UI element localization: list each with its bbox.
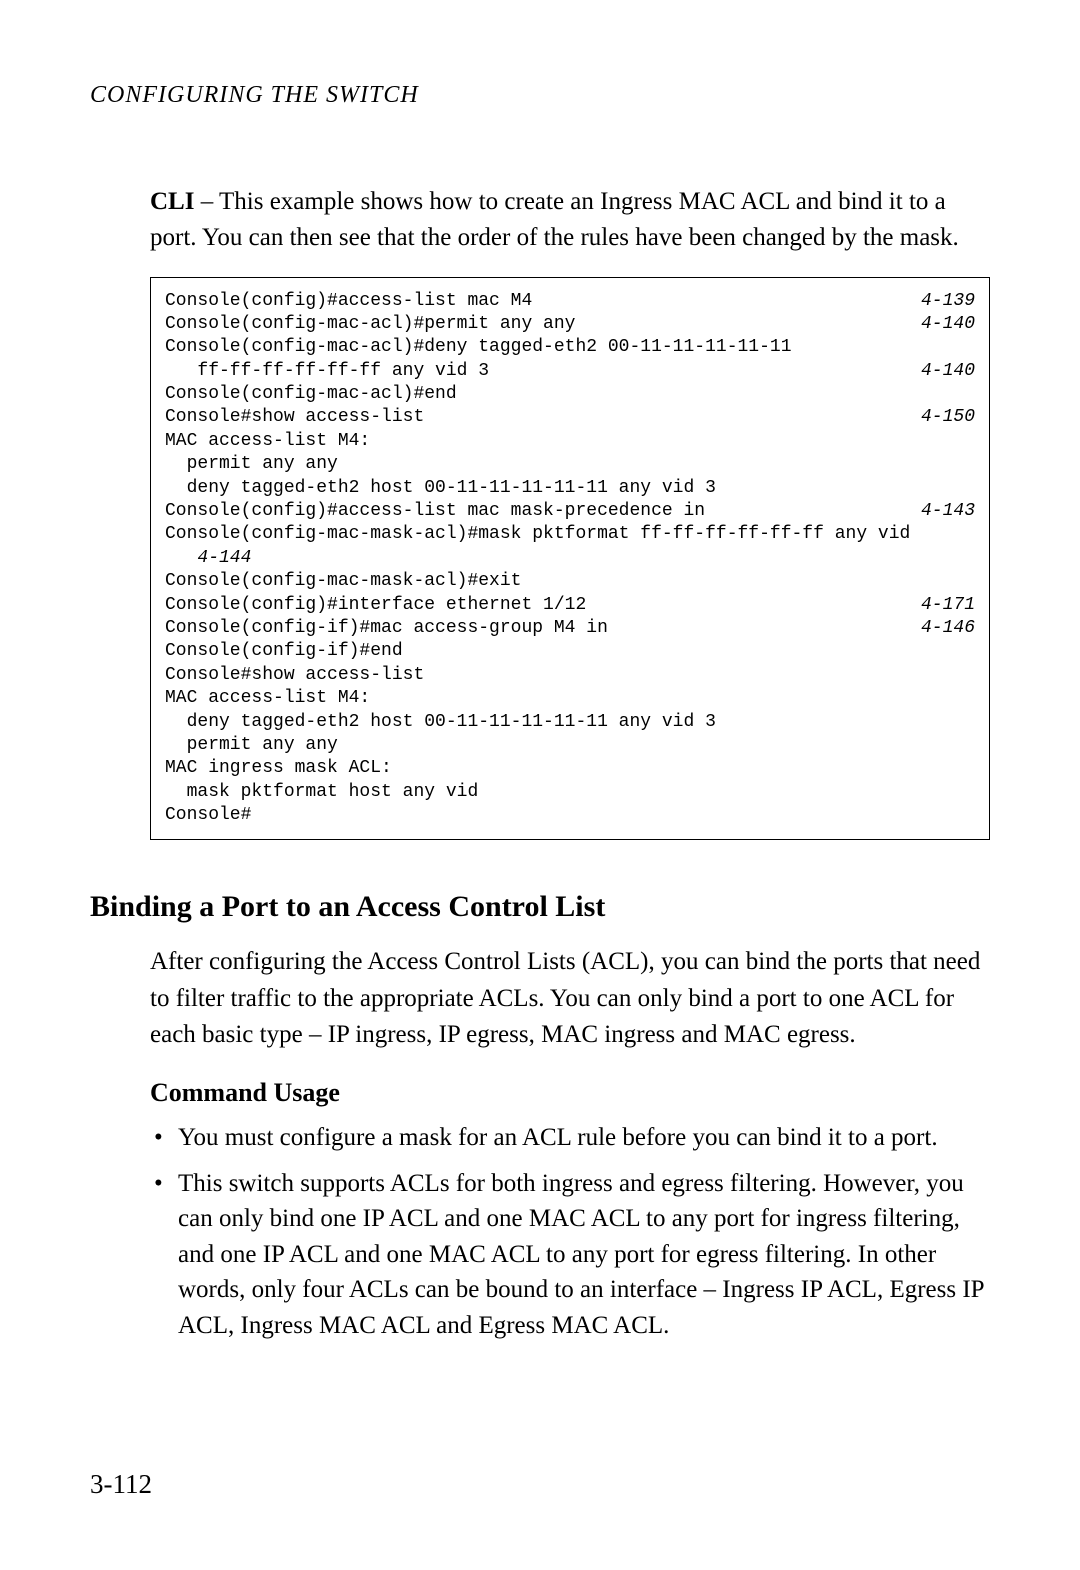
code-reference: 4-150 bbox=[921, 406, 975, 429]
code-command: MAC access-list M4: bbox=[165, 430, 370, 453]
code-reference: 4-146 bbox=[921, 617, 975, 640]
code-command: Console(config-mac-acl)#deny tagged-eth2… bbox=[165, 336, 792, 359]
code-command: Console(config-mac-mask-acl)#mask pktfor… bbox=[165, 523, 910, 546]
code-command: Console(config-if)#end bbox=[165, 640, 403, 663]
list-item: This switch supports ACLs for both ingre… bbox=[150, 1166, 990, 1344]
code-line: MAC access-list M4: bbox=[165, 430, 975, 453]
code-command: Console(config-mac-acl)#permit any any bbox=[165, 313, 575, 336]
code-line: Console(config-mac-acl)#deny tagged-eth2… bbox=[165, 336, 975, 359]
code-reference: 4-140 bbox=[921, 313, 975, 336]
code-command: Console(config-mac-acl)#end bbox=[165, 383, 457, 406]
code-line: Console(config-mac-acl)#end bbox=[165, 383, 975, 406]
command-usage-list: You must configure a mask for an ACL rul… bbox=[150, 1120, 990, 1343]
code-reference: 4-171 bbox=[921, 594, 975, 617]
code-line: ff-ff-ff-ff-ff-ff any vid 3 4-140 bbox=[165, 360, 975, 383]
code-line: deny tagged-eth2 host 00-11-11-11-11-11 … bbox=[165, 711, 975, 734]
code-command: permit any any bbox=[165, 734, 338, 757]
code-command: MAC access-list M4: bbox=[165, 687, 370, 710]
code-command: Console(config-mac-mask-acl)#exit bbox=[165, 570, 521, 593]
code-command: Console(config-if)#mac access-group M4 i… bbox=[165, 617, 608, 640]
code-command: permit any any bbox=[165, 453, 338, 476]
running-header: CONFIGURING THE SWITCH bbox=[90, 82, 990, 109]
code-command: mask pktformat host any vid bbox=[165, 781, 478, 804]
code-line: mask pktformat host any vid bbox=[165, 781, 975, 804]
code-line: Console(config-if)#end bbox=[165, 640, 975, 663]
code-line: Console(config)#access-list mac M4 4-139 bbox=[165, 290, 975, 313]
code-line: permit any any bbox=[165, 453, 975, 476]
code-command: 4-144 bbox=[165, 547, 251, 570]
code-command: Console(config)#access-list mac M4 bbox=[165, 290, 532, 313]
code-command: Console(config)#access-list mac mask-pre… bbox=[165, 500, 705, 523]
code-line: Console#show access-list bbox=[165, 664, 975, 687]
header-text: CONFIGURING THE SWITCH bbox=[90, 82, 419, 108]
code-line: Console#show access-list 4-150 bbox=[165, 406, 975, 429]
code-command: deny tagged-eth2 host 00-11-11-11-11-11 … bbox=[165, 711, 716, 734]
code-line: Console(config)#access-list mac mask-pre… bbox=[165, 500, 975, 523]
code-line: Console(config-mac-acl)#permit any any 4-… bbox=[165, 313, 975, 336]
intro-remainder: – This example shows how to create an In… bbox=[150, 188, 959, 251]
page-number: 3-112 bbox=[90, 1469, 152, 1500]
code-command: deny tagged-eth2 host 00-11-11-11-11-11 … bbox=[165, 477, 716, 500]
code-command: Console#show access-list bbox=[165, 406, 424, 429]
code-line: 4-144 bbox=[165, 547, 975, 570]
code-reference: 4-143 bbox=[921, 500, 975, 523]
section-heading: Binding a Port to an Access Control List bbox=[90, 890, 990, 924]
code-command: Console(config)#interface ethernet 1/12 bbox=[165, 594, 586, 617]
code-line: permit any any bbox=[165, 734, 975, 757]
code-line: MAC ingress mask ACL: bbox=[165, 757, 975, 780]
intro-paragraph: CLI – This example shows how to create a… bbox=[150, 184, 990, 257]
code-line: Console(config-mac-mask-acl)#mask pktfor… bbox=[165, 523, 975, 546]
code-command: Console#show access-list bbox=[165, 664, 424, 687]
command-usage-heading: Command Usage bbox=[150, 1078, 990, 1108]
code-reference: 4-140 bbox=[921, 360, 975, 383]
section-body: After configuring the Access Control Lis… bbox=[150, 944, 990, 1053]
code-line: Console(config-if)#mac access-group M4 i… bbox=[165, 617, 975, 640]
code-line: Console# bbox=[165, 804, 975, 827]
code-line: MAC access-list M4: bbox=[165, 687, 975, 710]
intro-bold-label: CLI bbox=[150, 188, 194, 215]
code-line: deny tagged-eth2 host 00-11-11-11-11-11 … bbox=[165, 477, 975, 500]
code-reference: 4-139 bbox=[921, 290, 975, 313]
page-content: CONFIGURING THE SWITCH CLI – This exampl… bbox=[0, 0, 1080, 1343]
code-command: ff-ff-ff-ff-ff-ff any vid 3 bbox=[165, 360, 489, 383]
console-code-block: Console(config)#access-list mac M44-139C… bbox=[150, 277, 990, 841]
code-command: Console# bbox=[165, 804, 251, 827]
code-line: Console(config)#interface ethernet 1/12 4… bbox=[165, 594, 975, 617]
list-item: You must configure a mask for an ACL rul… bbox=[150, 1120, 990, 1156]
code-command: MAC ingress mask ACL: bbox=[165, 757, 392, 780]
code-line: Console(config-mac-mask-acl)#exit bbox=[165, 570, 975, 593]
